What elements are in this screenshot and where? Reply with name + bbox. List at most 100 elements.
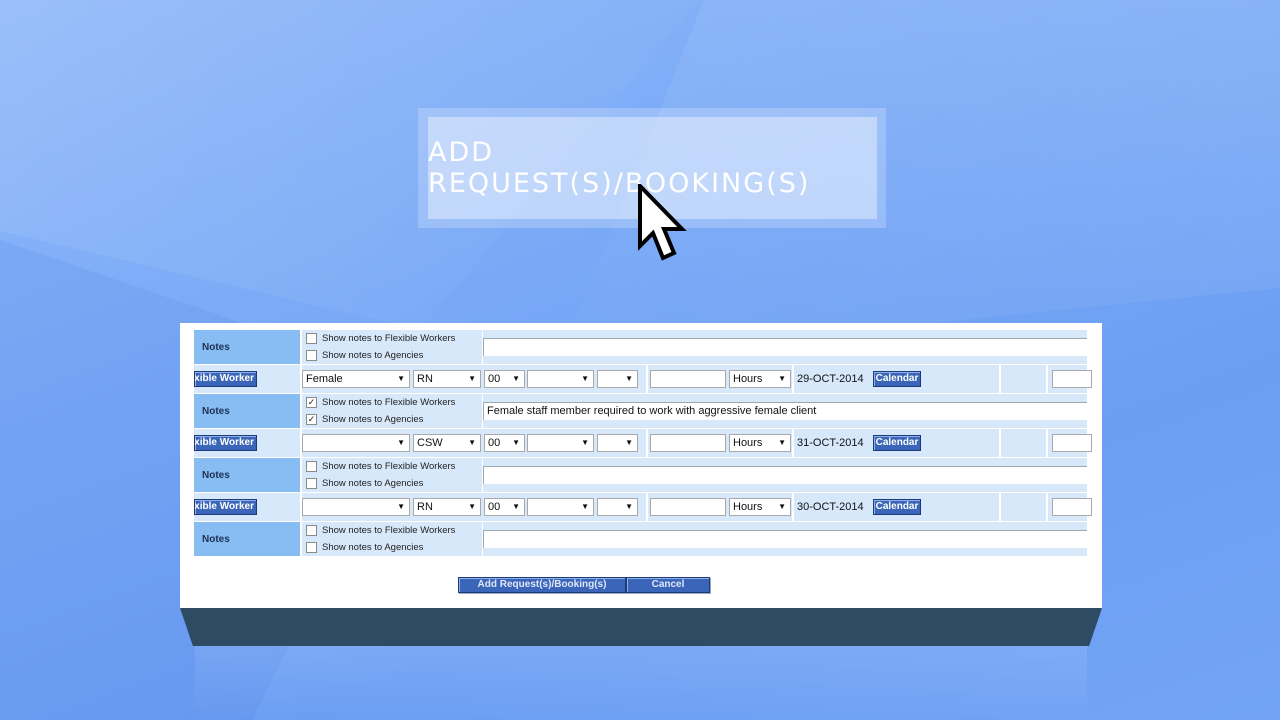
show-flexible-checkbox[interactable] [306,525,317,536]
show-flexible-checkbox[interactable]: ✓ [306,397,317,408]
panel-base [180,608,1102,646]
show-agencies-checkbox[interactable]: ✓ [306,414,317,425]
time-select[interactable]: ▼ [527,434,594,452]
gender-select[interactable]: ▼ [302,498,410,516]
show-flexible-option[interactable]: Show notes to Flexible Workers [306,523,455,538]
show-flexible-checkbox[interactable] [306,333,317,344]
extra-input[interactable] [1052,434,1092,452]
time-select[interactable]: ▼ [597,498,638,516]
chevron-down-icon: ▼ [778,502,786,511]
minutes-select[interactable]: 00 ▼ [484,370,525,388]
flexible-worker-button[interactable]: Flexible Worker [194,371,257,387]
grade-select[interactable]: CSW ▼ [413,434,481,452]
chevron-down-icon: ▼ [625,438,633,447]
notes-label: Notes [194,394,300,428]
add-requests-button[interactable]: Add Request(s)/Booking(s) [458,577,626,593]
show-flexible-option[interactable]: Show notes to Flexible Workers [306,459,455,474]
notes-input[interactable] [483,530,1087,548]
calendar-button[interactable]: Calendar [873,435,921,451]
show-agencies-label: Show notes to Agencies [322,542,424,553]
booking-row: Flexible Worker ▼ RN ▼ 00 ▼ ▼ ▼ Hours ▼ 30-… [194,493,1092,521]
show-agencies-checkbox[interactable] [306,542,317,553]
chevron-down-icon: ▼ [512,438,520,447]
notes-area [483,522,1087,556]
notes-input[interactable] [483,466,1087,484]
extra-input[interactable] [1052,498,1092,516]
notes-input[interactable] [483,338,1087,356]
gender-select[interactable]: Female ▼ [302,370,410,388]
show-agencies-checkbox[interactable] [306,478,317,489]
cell-divider [646,429,648,457]
notes-area: Female staff member required to work wit… [483,394,1087,428]
time-select[interactable]: ▼ [527,370,594,388]
chevron-down-icon: ▼ [468,438,476,447]
chevron-down-icon: ▼ [397,374,405,383]
chevron-down-icon: ▼ [468,502,476,511]
show-agencies-option[interactable]: ✓ Show notes to Agencies [306,412,423,427]
duration-input[interactable] [650,370,726,388]
booking-row: Flexible Worker ▼ CSW ▼ 00 ▼ ▼ ▼ Hours ▼ 31… [194,429,1092,457]
chevron-down-icon: ▼ [625,374,633,383]
date-text: 29-OCT-2014 [797,373,864,385]
grade-select[interactable]: RN ▼ [413,498,481,516]
unit-select[interactable]: Hours ▼ [729,370,791,388]
cell-divider [1046,429,1048,457]
notes-visibility-options: Show notes to Flexible Workers Show note… [302,458,482,492]
gender-select[interactable]: ▼ [302,434,410,452]
chevron-down-icon: ▼ [581,438,589,447]
show-flexible-label: Show notes to Flexible Workers [322,525,456,536]
chevron-down-icon: ▼ [397,438,405,447]
panel-reflection [195,646,1087,720]
notes-input[interactable]: Female staff member required to work wit… [483,402,1087,420]
show-agencies-option[interactable]: Show notes to Agencies [306,540,423,555]
time-select[interactable]: ▼ [597,434,638,452]
show-flexible-option[interactable]: ✓ Show notes to Flexible Workers [306,395,455,410]
show-agencies-checkbox[interactable] [306,350,317,361]
show-agencies-option[interactable]: Show notes to Agencies [306,476,423,491]
unit-value: Hours [733,437,763,449]
show-flexible-label: Show notes to Flexible Workers [322,397,456,408]
cell-divider [646,493,648,521]
time-select[interactable]: ▼ [527,498,594,516]
cell-divider [792,429,794,457]
notes-label: Notes [194,522,300,556]
duration-input[interactable] [650,434,726,452]
extra-input[interactable] [1052,370,1092,388]
calendar-button[interactable]: Calendar [873,371,921,387]
grade-select[interactable]: RN ▼ [413,370,481,388]
notes-row: Notes ✓ Show notes to Flexible Workers ✓ S… [194,394,1087,428]
time-select[interactable]: ▼ [597,370,638,388]
notes-row: Notes Show notes to Flexible Workers Sho… [194,330,1087,364]
minutes-select[interactable]: 00 ▼ [484,434,525,452]
booking-form-panel: Notes Show notes to Flexible Workers Sho… [180,323,1102,609]
unit-select[interactable]: Hours ▼ [729,498,791,516]
minutes-value: 00 [488,437,501,449]
show-flexible-label: Show notes to Flexible Workers [322,461,456,472]
chevron-down-icon: ▼ [581,374,589,383]
show-agencies-option[interactable]: Show notes to Agencies [306,348,423,363]
duration-input[interactable] [650,498,726,516]
flexible-worker-button[interactable]: Flexible Worker [194,435,257,451]
show-flexible-option[interactable]: Show notes to Flexible Workers [306,331,455,346]
unit-select[interactable]: Hours ▼ [729,434,791,452]
cell-divider [1046,493,1048,521]
minutes-select[interactable]: 00 ▼ [484,498,525,516]
show-agencies-label: Show notes to Agencies [322,414,424,425]
gender-value: Female [306,373,343,385]
date-text: 30-OCT-2014 [797,501,864,513]
chevron-down-icon: ▼ [512,374,520,383]
chevron-down-icon: ▼ [625,502,633,511]
calendar-button[interactable]: Calendar [873,499,921,515]
notes-visibility-options: Show notes to Flexible Workers Show note… [302,522,482,556]
chevron-down-icon: ▼ [778,438,786,447]
cancel-button[interactable]: Cancel [626,577,710,593]
cell-divider [792,493,794,521]
chevron-down-icon: ▼ [512,502,520,511]
show-flexible-checkbox[interactable] [306,461,317,472]
notes-visibility-options: Show notes to Flexible Workers Show note… [302,330,482,364]
flexible-worker-button[interactable]: Flexible Worker [194,499,257,515]
chevron-down-icon: ▼ [581,502,589,511]
cell-divider [792,365,794,393]
date-text: 31-OCT-2014 [797,437,864,449]
grade-value: RN [417,373,433,385]
